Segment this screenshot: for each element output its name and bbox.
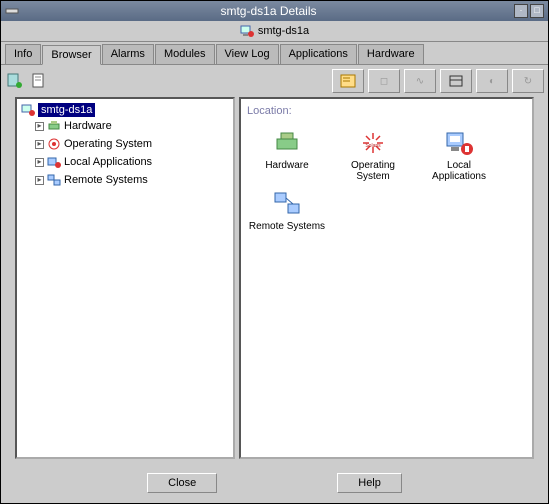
grid-item-os[interactable]: Solaris Operating System (333, 129, 413, 182)
local-apps-icon (445, 129, 473, 157)
subtitle-bar: smtg-ds1a (1, 21, 548, 42)
tab-view-log[interactable]: View Log (216, 44, 279, 64)
help-button[interactable]: Help (337, 473, 402, 493)
hardware-icon (273, 129, 301, 157)
os-icon: Solaris (359, 129, 387, 157)
wave-icon: ∿ (416, 76, 424, 87)
tab-applications[interactable]: Applications (280, 44, 357, 64)
grid-item-label: Operating System (333, 160, 413, 182)
toolbar-doc-icon[interactable] (29, 71, 49, 91)
tab-hardware[interactable]: Hardware (358, 44, 424, 64)
tree-item-label: Operating System (64, 138, 152, 150)
tree-item-hardware[interactable]: ▸ Hardware (21, 117, 229, 135)
tab-label: Hardware (367, 48, 415, 60)
window-menu-icon[interactable] (5, 4, 19, 18)
toolbar-btn-6[interactable]: ↻ (512, 69, 544, 93)
toolbar: ◻ ∿ ◐ ↻ (1, 65, 548, 97)
icon-grid: Hardware Solaris Operating System Local … (247, 129, 526, 232)
tab-info[interactable]: Info (5, 44, 41, 64)
tree-item-local-apps[interactable]: ▸ Local Applications (21, 153, 229, 171)
close-button[interactable]: Close (147, 473, 217, 493)
tree-item-label: Local Applications (64, 156, 152, 168)
grid-item-local-apps[interactable]: Local Applications (419, 129, 499, 182)
remote-icon (47, 173, 61, 187)
tree-item-label: Hardware (64, 120, 112, 132)
expand-icon[interactable]: ▸ (35, 158, 44, 167)
grid-item-label: Remote Systems (247, 221, 327, 232)
refresh-icon: ↻ (524, 76, 532, 87)
os-icon (47, 137, 61, 151)
tab-bar: Info Browser Alarms Modules View Log App… (1, 42, 548, 65)
grid-item-hardware[interactable]: Hardware (247, 129, 327, 182)
host-icon (21, 103, 35, 117)
toolbar-btn-2[interactable]: ◻ (368, 69, 400, 93)
expand-icon[interactable]: ▸ (35, 176, 44, 185)
tab-label: Applications (289, 48, 348, 60)
square-icon: ◻ (380, 76, 388, 87)
indicator-icon: ◐ (489, 76, 495, 87)
tree-root[interactable]: smtg-ds1a (21, 103, 229, 117)
tree-item-label: Remote Systems (64, 174, 148, 186)
tab-browser[interactable]: Browser (42, 45, 100, 65)
tab-modules[interactable]: Modules (155, 44, 215, 64)
titlebar: smtg-ds1a Details · □ (1, 1, 548, 21)
toolbar-btn-5[interactable]: ◐ (476, 69, 508, 93)
local-apps-icon (47, 155, 61, 169)
svg-text:Solaris: Solaris (365, 143, 381, 149)
button-label: Close (168, 477, 196, 489)
host-icon (240, 24, 254, 38)
grid-item-label: Hardware (247, 160, 327, 171)
expand-icon[interactable]: ▸ (35, 122, 44, 131)
tree-root-label: smtg-ds1a (38, 103, 95, 117)
toolbar-btn-1[interactable] (332, 69, 364, 93)
maximize-button[interactable]: □ (530, 4, 544, 18)
tab-label: Alarms (111, 48, 145, 60)
toolbar-module-icon[interactable] (5, 71, 25, 91)
subtitle-text: smtg-ds1a (258, 25, 309, 37)
expand-icon[interactable]: ▸ (35, 140, 44, 149)
tab-label: Info (14, 48, 32, 60)
minimize-button[interactable]: · (514, 4, 528, 18)
tree-item-remote[interactable]: ▸ Remote Systems (21, 171, 229, 189)
button-label: Help (358, 477, 381, 489)
tab-label: Browser (51, 49, 91, 61)
detail-pane: Location: Hardware Solaris Operating Sys… (239, 97, 534, 459)
footer: Close Help (1, 463, 548, 503)
toolbar-btn-3[interactable]: ∿ (404, 69, 436, 93)
grid-item-label: Local Applications (419, 160, 499, 182)
tab-alarms[interactable]: Alarms (102, 44, 154, 64)
hardware-icon (47, 119, 61, 133)
grid-item-remote[interactable]: Remote Systems (247, 190, 327, 232)
tree-pane: smtg-ds1a ▸ Hardware ▸ Operating System … (15, 97, 235, 459)
tab-label: Modules (164, 48, 206, 60)
tab-label: View Log (225, 48, 270, 60)
remote-icon (273, 190, 301, 218)
location-label: Location: (247, 105, 526, 117)
toolbar-btn-4[interactable] (440, 69, 472, 93)
details-window: smtg-ds1a Details · □ smtg-ds1a Info Bro… (0, 0, 549, 504)
tree-item-os[interactable]: ▸ Operating System (21, 135, 229, 153)
window-title: smtg-ds1a Details (23, 4, 514, 18)
